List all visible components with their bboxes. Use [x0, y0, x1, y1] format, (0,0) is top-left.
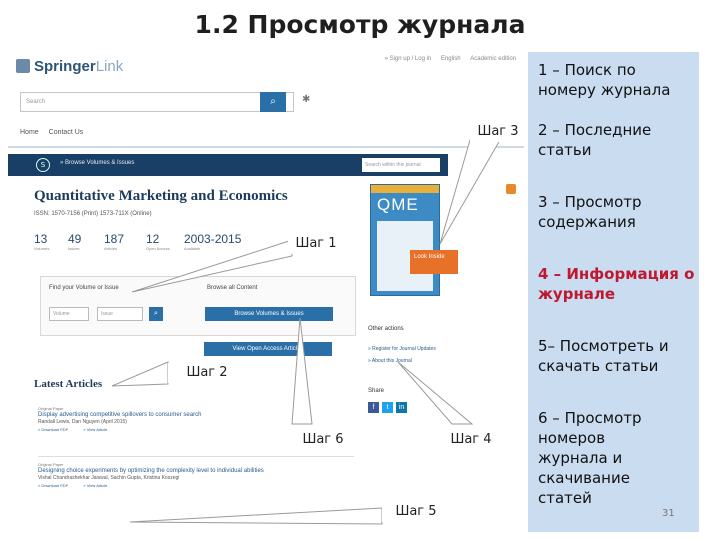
- callout-pointer-step3: [439, 139, 501, 245]
- legend-item-6: 6 – Просмотр номеров журнала и скачивани…: [538, 409, 642, 507]
- callout-step1: Шаг 1: [288, 234, 344, 254]
- callout-step4: Шаг 4: [432, 430, 510, 450]
- callout-pointer-step4: [397, 361, 474, 425]
- callout-pointer-step1: [131, 239, 293, 293]
- page-number: 31: [662, 508, 675, 519]
- legend-item-4: 4 – Информация о журнале: [538, 265, 695, 303]
- legend-item-3: 3 – Просмотр содержания: [538, 193, 642, 231]
- callout-step6: Шаг 6: [284, 430, 362, 450]
- callout-pointer-step5: [129, 507, 383, 525]
- callout-step3: Шаг 3: [470, 122, 526, 142]
- callout-step2: Шаг 2: [168, 363, 246, 383]
- legend-item-2: 2 – Последние статьи: [538, 121, 652, 159]
- callout-pointer-step2: [111, 361, 169, 387]
- callout-step5: Шаг 5: [382, 502, 450, 522]
- legend-item-1: 1 – Поиск по номеру журнала: [538, 61, 671, 99]
- slide: 1.2 Просмотр журнала SpringerLink » Sign…: [0, 0, 720, 540]
- callout-pointer-step6: [291, 317, 313, 425]
- steps-legend-panel: 1 – Поиск по номеру журнала 2 – Последни…: [528, 52, 699, 532]
- legend-item-5: 5– Посмотреть и скачать статьи: [538, 337, 669, 375]
